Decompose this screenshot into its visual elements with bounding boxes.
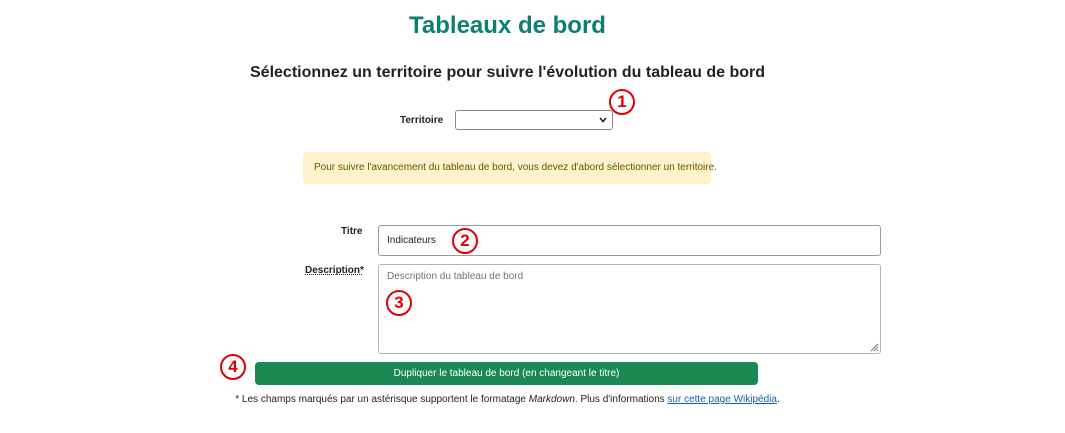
description-textarea[interactable]: Description du tableau de bord	[378, 264, 881, 354]
description-placeholder: Description du tableau de bord	[387, 271, 524, 282]
footnote-prefix: * Les champs marqués par un astérisque s…	[235, 394, 529, 405]
duplicate-dashboard-button[interactable]: Dupliquer le tableau de bord (en changea…	[255, 362, 758, 385]
markdown-footnote: * Les champs marqués par un astérisque s…	[0, 394, 1015, 405]
alert-message: Pour suivre l'avancement du tableau de b…	[314, 162, 717, 173]
annotation-badge-4: 4	[220, 354, 246, 380]
description-label: Description*	[305, 265, 364, 276]
title-input-value: Indicateurs	[387, 235, 436, 246]
wikipedia-link[interactable]: sur cette page Wikipédia	[667, 394, 777, 405]
select-territory-alert: Pour suivre l'avancement du tableau de b…	[303, 152, 717, 184]
footnote-suffix: .	[776, 394, 780, 405]
territory-selected-value	[456, 116, 462, 127]
territory-select[interactable]	[455, 110, 613, 130]
annotation-badge-3: 3	[386, 290, 412, 316]
chevron-down-icon	[599, 117, 607, 123]
annotation-badge-2: 2	[452, 228, 478, 254]
title-label: Titre	[341, 226, 363, 237]
annotation-badge-1: 1	[609, 89, 635, 115]
page-title: Tableaux de bord	[409, 12, 606, 39]
resize-handle-icon[interactable]	[869, 342, 879, 352]
territory-label: Territoire	[400, 115, 444, 126]
footnote-middle: . Plus d'informations	[574, 394, 668, 405]
footnote-markdown: Markdown	[528, 394, 575, 405]
page-subtitle: Sélectionnez un territoire pour suivre l…	[250, 64, 765, 81]
